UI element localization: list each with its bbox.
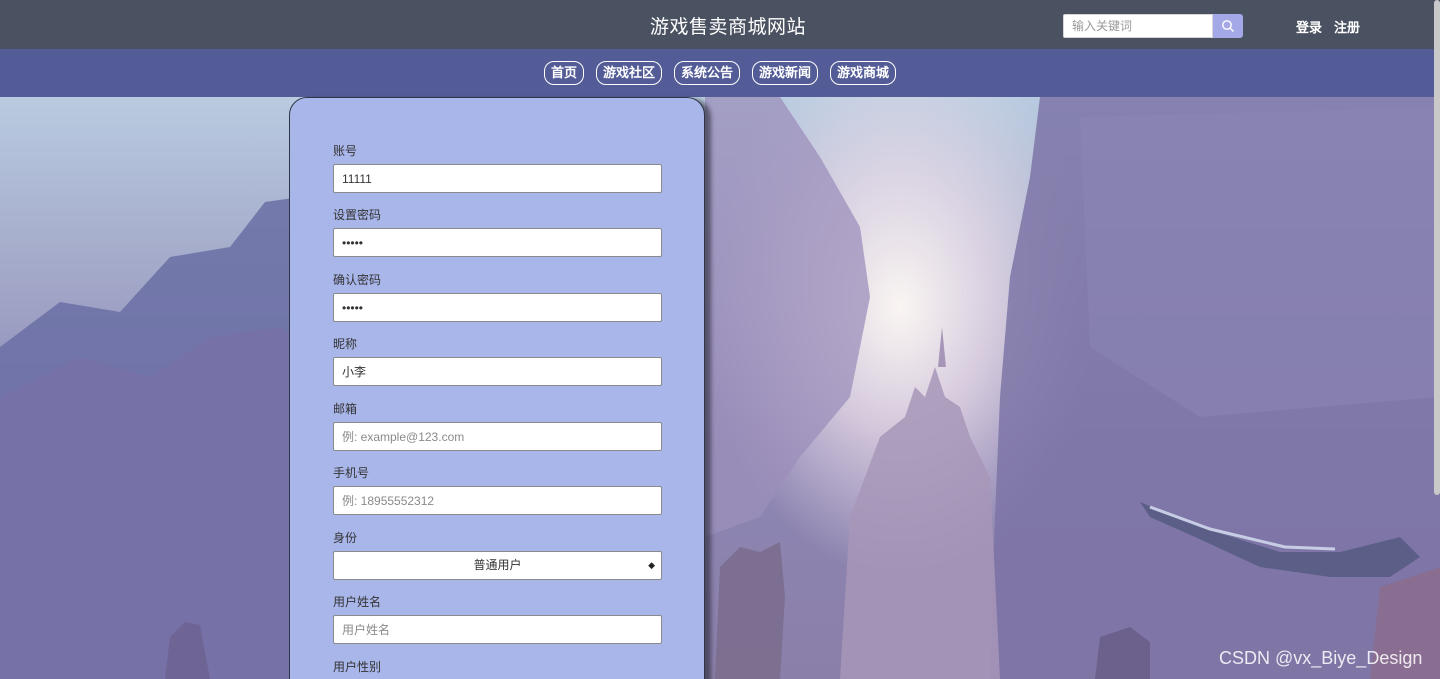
background-illustration — [0, 97, 1440, 679]
gender-label: 用户性别 — [333, 660, 382, 674]
email-label: 邮箱 — [333, 402, 358, 416]
register-form-panel: 账号 设置密码 确认密码 昵称 邮箱 手机号 身份 普通用户 ◆ 用户姓名 用户… — [289, 97, 705, 679]
account-label: 账号 — [333, 144, 358, 158]
nickname-input[interactable] — [333, 357, 662, 386]
watermark-text: CSDN @vx_Biye_Design — [1219, 648, 1423, 668]
phone-input[interactable] — [333, 486, 662, 515]
role-label: 身份 — [333, 531, 358, 545]
confirm-password-label: 确认密码 — [333, 273, 382, 287]
search-button[interactable] — [1213, 14, 1243, 38]
up-down-arrow-icon: ◆ — [648, 560, 655, 570]
real-name-input[interactable] — [333, 615, 662, 644]
top-header: 游戏售卖商城网站 登录 注册 — [0, 0, 1440, 49]
main-nav: 首页 游戏社区 系统公告 游戏新闻 游戏商城 — [0, 49, 1440, 97]
password-label: 设置密码 — [333, 208, 382, 222]
nickname-label: 昵称 — [333, 337, 358, 351]
auth-links: 登录 注册 — [1296, 17, 1360, 36]
confirm-password-input[interactable] — [333, 293, 662, 322]
role-select[interactable]: 普通用户 ◆ — [333, 551, 662, 580]
real-name-label: 用户姓名 — [333, 595, 382, 609]
password-input[interactable] — [333, 228, 662, 257]
email-input[interactable] — [333, 422, 662, 451]
search-icon — [1222, 20, 1234, 32]
nav-item-home[interactable]: 首页 — [543, 61, 584, 85]
login-link[interactable]: 登录 — [1296, 17, 1322, 36]
phone-label: 手机号 — [333, 466, 370, 480]
background-scene — [0, 97, 1440, 679]
register-link[interactable]: 注册 — [1334, 17, 1360, 36]
nav-item-store[interactable]: 游戏商城 — [830, 61, 897, 85]
nav-item-announcements[interactable]: 系统公告 — [673, 61, 740, 85]
nav-item-news[interactable]: 游戏新闻 — [752, 61, 819, 85]
account-input[interactable] — [333, 164, 662, 193]
page-scrollbar[interactable] — [1434, 0, 1440, 495]
role-select-value: 普通用户 — [473, 558, 522, 572]
search-input[interactable] — [1063, 14, 1213, 38]
nav-item-community[interactable]: 游戏社区 — [595, 61, 662, 85]
